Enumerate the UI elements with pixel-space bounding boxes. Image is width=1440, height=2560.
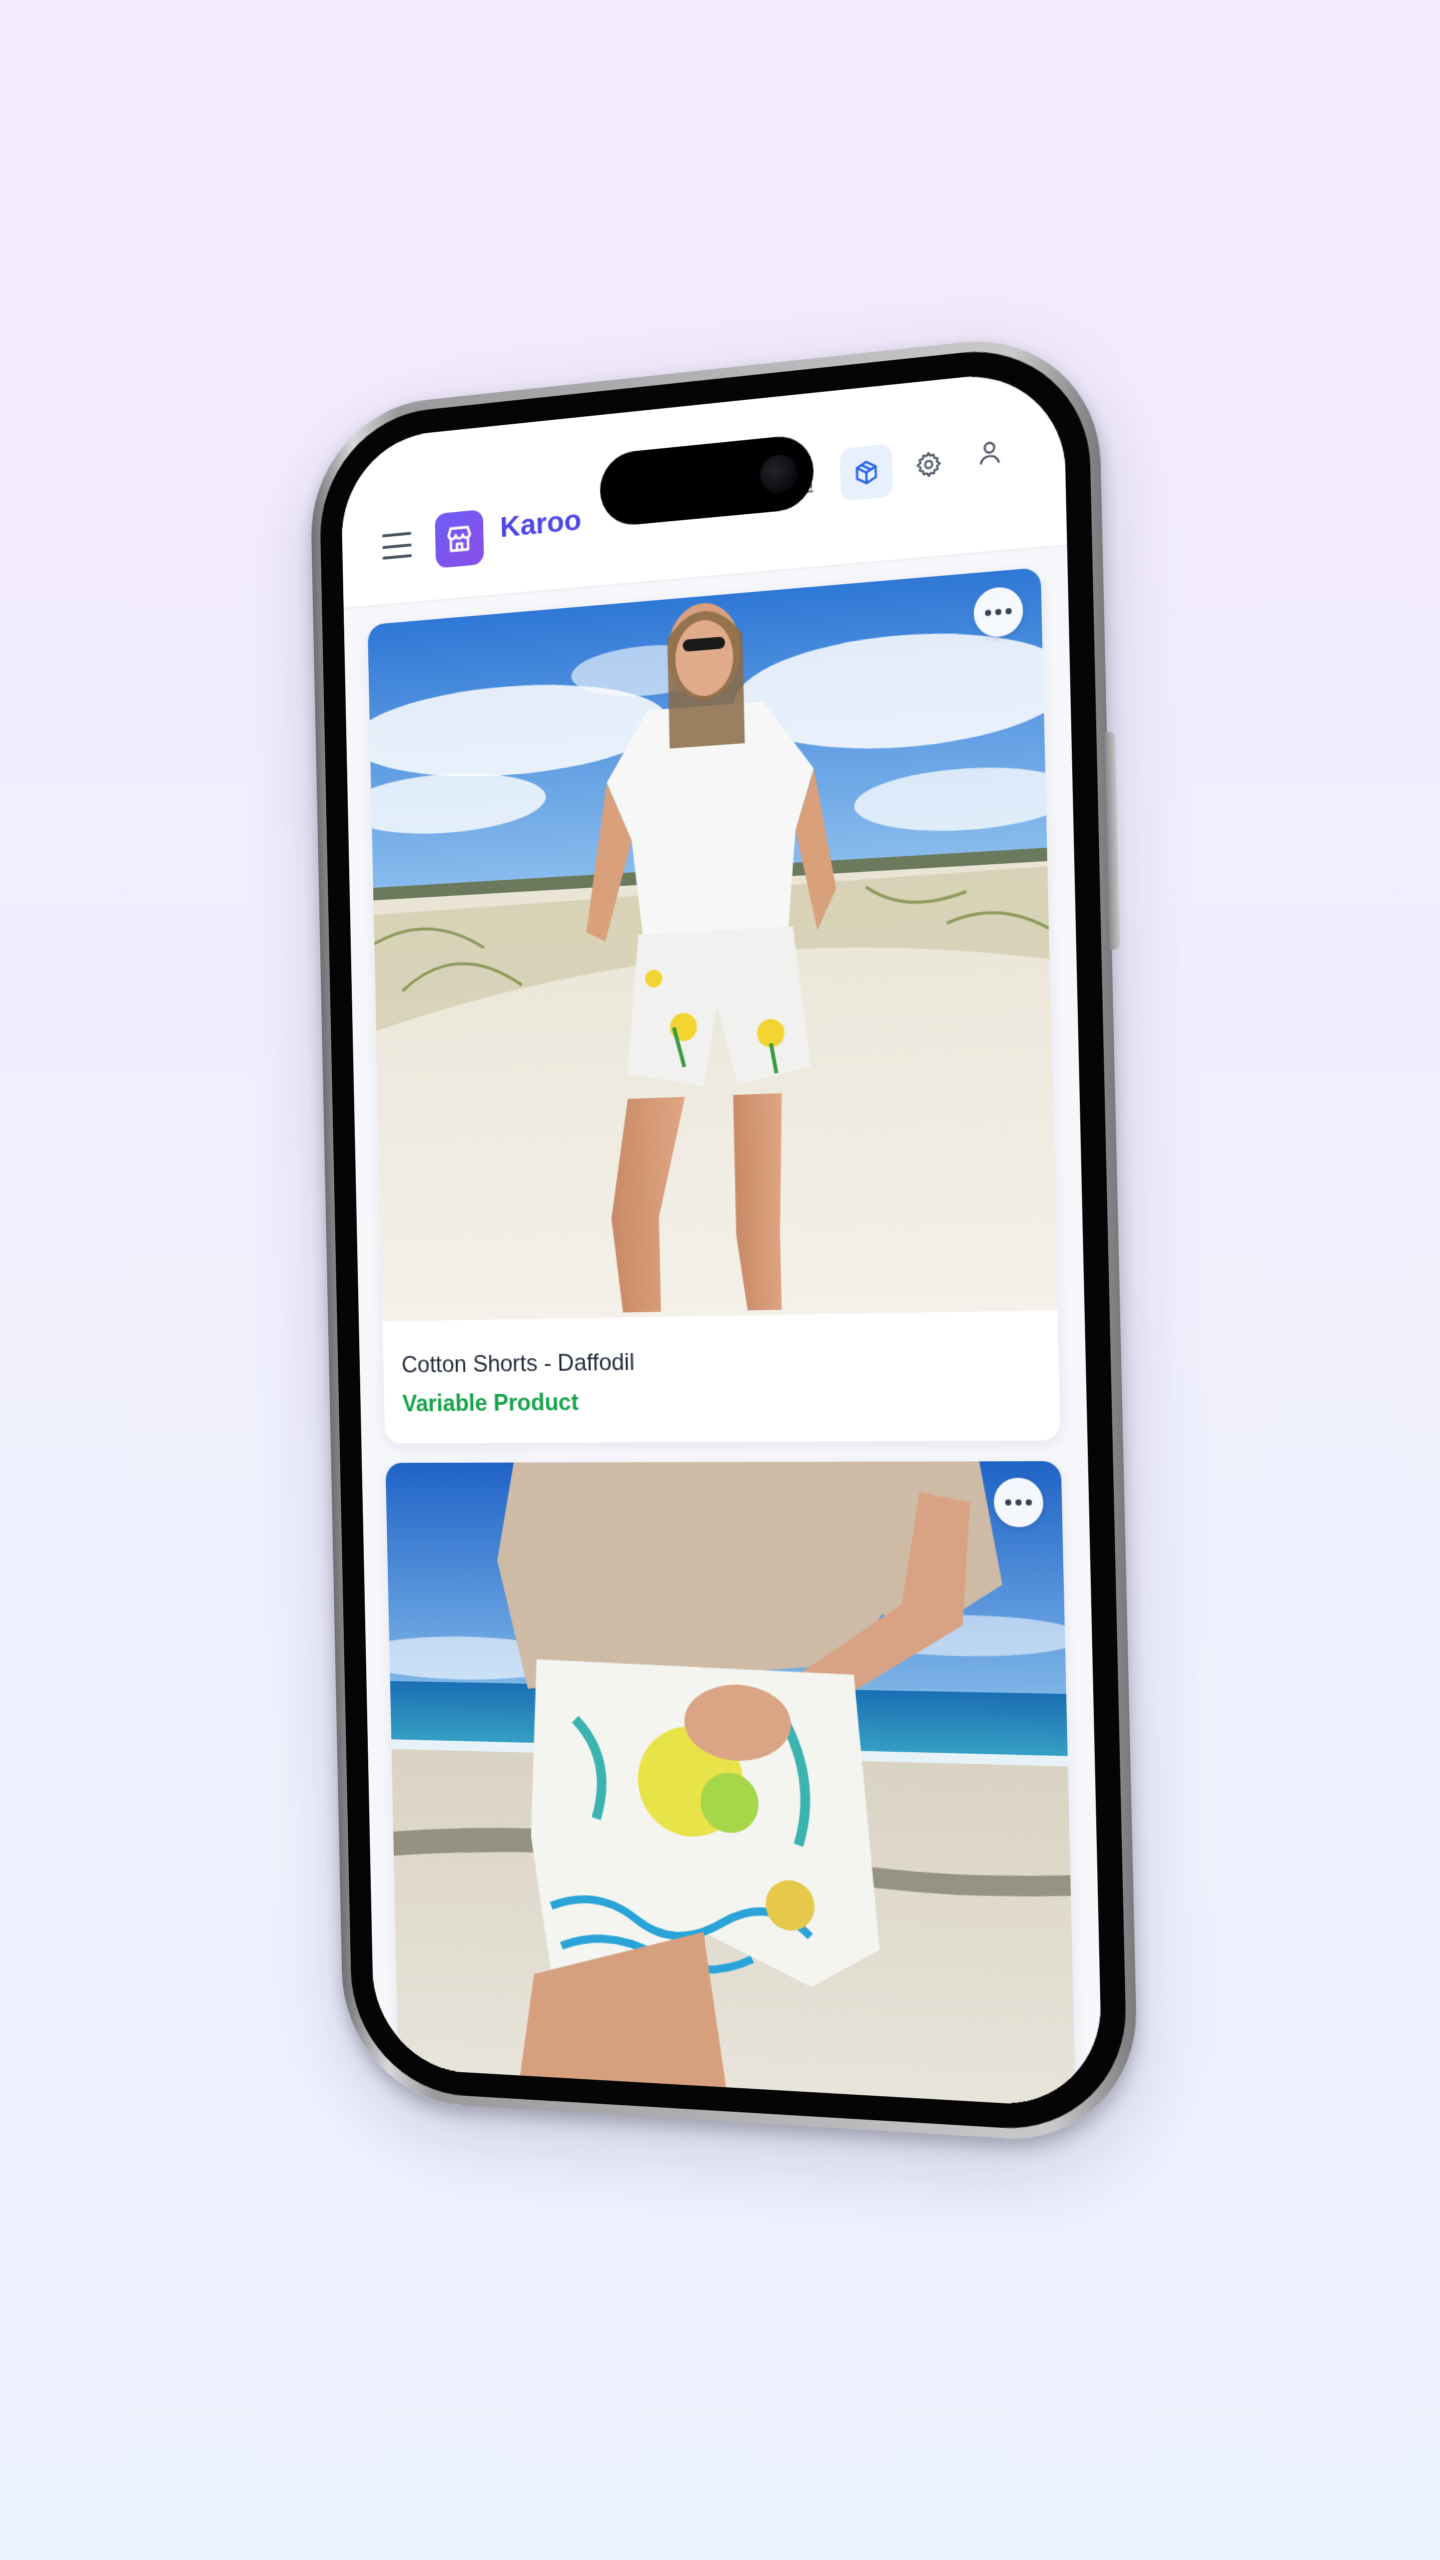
camera-lens: [759, 453, 797, 495]
phone-mockup: Karoo Cotton Shorts - Daffodil Variable …: [309, 328, 1139, 2146]
brand-name[interactable]: Karoo: [500, 504, 582, 545]
product-card[interactable]: Cotton Shorts - Daffodil Variable Produc…: [368, 567, 1061, 1443]
gear-icon[interactable]: [902, 435, 956, 493]
store-logo-icon[interactable]: [435, 509, 484, 568]
product-title[interactable]: Cotton Shorts - Daffodil: [401, 1349, 634, 1379]
phone-screen: Karoo Cotton Shorts - Daffodil Variable …: [340, 367, 1103, 2109]
user-icon[interactable]: [962, 423, 1016, 481]
product-photo[interactable]: [368, 567, 1058, 1321]
more-options-button[interactable]: [993, 1478, 1044, 1528]
product-card[interactable]: [385, 1461, 1077, 2109]
product-feed: Cotton Shorts - Daffodil Variable Produc…: [344, 544, 1103, 2109]
product-photo[interactable]: [385, 1461, 1077, 2109]
menu-icon[interactable]: [382, 532, 412, 560]
box-icon[interactable]: [840, 444, 893, 502]
product-type-label: Variable Product: [402, 1389, 579, 1418]
